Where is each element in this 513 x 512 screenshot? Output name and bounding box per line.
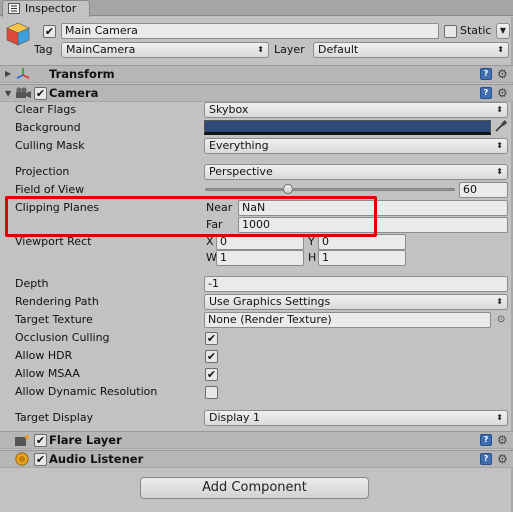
gameobject-cube-icon: [6, 22, 30, 46]
clear-flags-label: Clear Flags: [15, 103, 77, 116]
projection-dropdown[interactable]: Perspective ⬍: [204, 164, 508, 180]
allow-msaa-label: Allow MSAA: [15, 367, 80, 380]
tag-value: MainCamera: [66, 43, 136, 56]
viewport-y-label: Y: [308, 235, 315, 248]
static-checkbox[interactable]: [444, 25, 457, 38]
updown-arrows-icon: ⬍: [496, 141, 503, 150]
field-of-view-field[interactable]: 60: [459, 182, 508, 198]
updown-arrows-icon: ⬍: [496, 105, 503, 114]
gear-icon[interactable]: ⚙: [497, 453, 508, 465]
add-component-button[interactable]: Add Component: [140, 477, 369, 499]
help-icon[interactable]: ?: [480, 453, 492, 465]
target-display-label: Target Display: [15, 411, 94, 424]
clear-flags-value: Skybox: [209, 103, 249, 116]
eyedropper-icon[interactable]: [494, 119, 508, 133]
audio-listener-enabled-checkbox[interactable]: ✔: [34, 453, 47, 466]
flare-layer-enabled-checkbox[interactable]: ✔: [34, 434, 47, 447]
target-texture-field[interactable]: None (Render Texture): [204, 312, 491, 328]
projection-value: Perspective: [209, 165, 273, 178]
viewport-h-field[interactable]: 1: [318, 250, 406, 266]
camera-icon: [16, 87, 31, 98]
rendering-path-value: Use Graphics Settings: [209, 295, 331, 308]
layer-label: Layer: [274, 43, 305, 56]
occlusion-culling-label: Occlusion Culling: [15, 331, 110, 344]
updown-arrows-icon: ⬍: [496, 297, 503, 306]
help-icon[interactable]: ?: [480, 87, 492, 99]
flare-layer-title: Flare Layer: [49, 433, 122, 447]
target-display-dropdown[interactable]: Display 1 ⬍: [204, 410, 508, 426]
tag-label: Tag: [34, 43, 53, 56]
check-icon: ✔: [44, 25, 55, 38]
check-icon: ✔: [206, 368, 217, 381]
help-icon[interactable]: ?: [480, 434, 492, 446]
audio-listener-icon: [15, 452, 29, 466]
field-of-view-slider-thumb[interactable]: [282, 184, 293, 194]
flare-layer-icon: [15, 435, 29, 446]
check-icon: ✔: [35, 453, 46, 466]
field-of-view-slider-track[interactable]: [205, 188, 455, 191]
rendering-path-dropdown[interactable]: Use Graphics Settings ⬍: [204, 294, 508, 310]
tag-dropdown[interactable]: MainCamera ⬍: [61, 42, 269, 58]
updown-arrows-icon: ⬍: [496, 167, 503, 176]
viewport-w-field[interactable]: 1: [216, 250, 304, 266]
gear-icon[interactable]: ⚙: [497, 434, 508, 446]
viewport-h-label: H: [308, 251, 317, 264]
audio-listener-title: Audio Listener: [49, 452, 144, 466]
background-label: Background: [15, 121, 81, 134]
check-icon: ✔: [35, 87, 46, 100]
camera-enabled-checkbox[interactable]: ✔: [34, 87, 47, 100]
depth-field[interactable]: -1: [204, 276, 508, 292]
culling-mask-dropdown[interactable]: Everything ⬍: [204, 138, 508, 154]
foldout-expanded-icon[interactable]: ▼: [5, 87, 11, 101]
camera-title: Camera: [49, 86, 99, 100]
transform-title: Transform: [49, 67, 115, 81]
updown-arrows-icon: ⬍: [497, 45, 504, 54]
tab-inspector[interactable]: Inspector: [2, 0, 90, 17]
depth-label: Depth: [15, 277, 49, 290]
check-icon: ✔: [206, 350, 217, 363]
object-name-field[interactable]: Main Camera: [61, 23, 439, 39]
culling-mask-value: Everything: [209, 139, 269, 152]
target-texture-label: Target Texture: [15, 313, 93, 326]
occlusion-culling-checkbox[interactable]: ✔: [205, 332, 218, 345]
help-icon[interactable]: ?: [480, 68, 492, 80]
target-display-value: Display 1: [209, 411, 261, 424]
static-dropdown[interactable]: ▼: [496, 23, 510, 39]
layer-value: Default: [318, 43, 359, 56]
field-of-view-label: Field of View: [15, 183, 85, 196]
viewport-x-label: X: [206, 235, 214, 248]
allow-dynamic-resolution-label: Allow Dynamic Resolution: [15, 385, 158, 398]
foldout-collapsed-icon[interactable]: ▶: [5, 67, 11, 81]
gameobject-active-checkbox[interactable]: ✔: [43, 25, 56, 38]
background-color-swatch[interactable]: [204, 120, 491, 135]
check-icon: ✔: [35, 434, 46, 447]
check-icon: ✔: [206, 332, 217, 345]
allow-hdr-label: Allow HDR: [15, 349, 73, 362]
tab-inspector-label: Inspector: [25, 2, 77, 15]
culling-mask-label: Culling Mask: [15, 139, 85, 152]
projection-label: Projection: [15, 165, 70, 178]
clear-flags-dropdown[interactable]: Skybox ⬍: [204, 102, 508, 118]
inspector-icon: [8, 3, 20, 14]
updown-arrows-icon: ⬍: [496, 413, 503, 422]
gear-icon[interactable]: ⚙: [497, 68, 508, 80]
gear-icon[interactable]: ⚙: [497, 87, 508, 99]
rendering-path-label: Rendering Path: [15, 295, 99, 308]
highlight-annotation-box: [5, 196, 377, 237]
updown-arrows-icon: ⬍: [257, 45, 264, 54]
viewport-rect-label: Viewport Rect: [15, 235, 92, 248]
chevron-down-icon: ▼: [499, 26, 506, 35]
allow-msaa-checkbox[interactable]: ✔: [205, 368, 218, 381]
allow-hdr-checkbox[interactable]: ✔: [205, 350, 218, 363]
allow-dynamic-resolution-checkbox[interactable]: [205, 386, 218, 399]
transform-icon: [16, 68, 30, 79]
static-label: Static: [460, 24, 492, 37]
object-picker-icon[interactable]: ⊙: [497, 313, 505, 327]
layer-dropdown[interactable]: Default ⬍: [313, 42, 509, 58]
